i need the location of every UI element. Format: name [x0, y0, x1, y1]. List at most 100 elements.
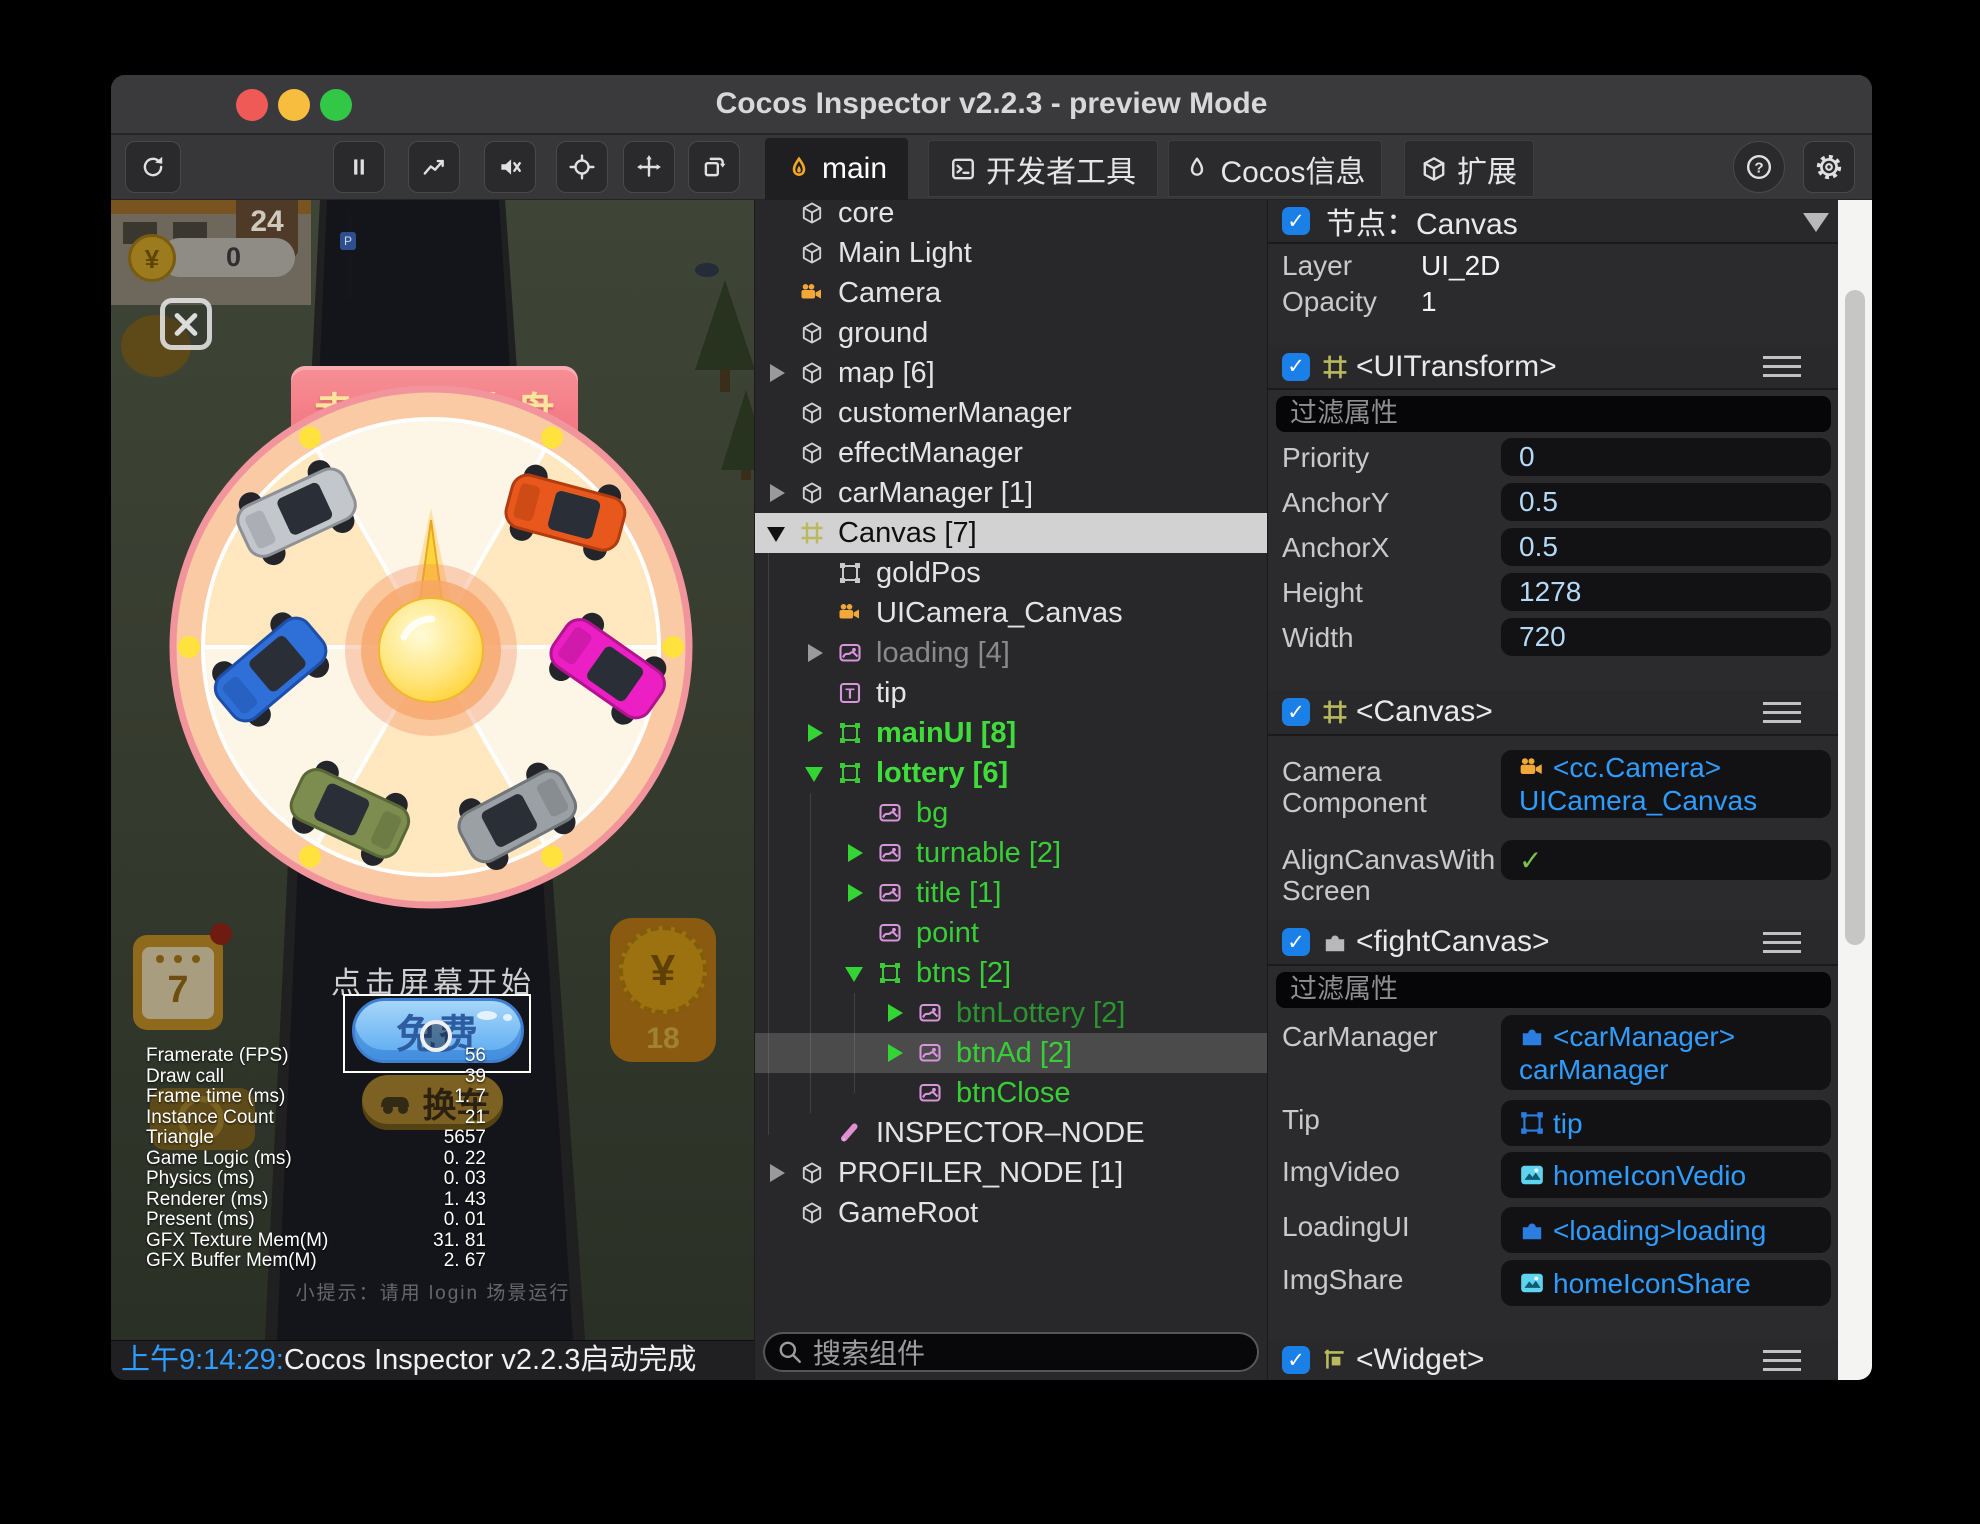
- reference-link[interactable]: <carManager>: [1553, 1020, 1735, 1053]
- tree-node-core[interactable]: core: [755, 200, 1267, 233]
- collapse-arrow-icon[interactable]: [1803, 213, 1829, 232]
- filter-input[interactable]: 过滤属性: [1276, 972, 1831, 1008]
- tree-node-btnLottery[interactable]: btnLottery [2]: [755, 993, 1267, 1033]
- fightcanvas-enabled-checkbox[interactable]: ✓: [1282, 928, 1310, 956]
- tree-node-title[interactable]: title [1]: [755, 873, 1267, 913]
- tree-node-carManager[interactable]: carManager [1]: [755, 473, 1267, 513]
- tree-node-btnAd[interactable]: btnAd [2]: [755, 1033, 1267, 1073]
- property-reference[interactable]: tip: [1501, 1100, 1831, 1146]
- chevron-right-icon[interactable]: [888, 1044, 903, 1062]
- tree-node-btns[interactable]: btns [2]: [755, 953, 1267, 993]
- chevron-right-icon[interactable]: [808, 644, 823, 662]
- tree-node-PROFILER_NODE[interactable]: PROFILER_NODE [1]: [755, 1153, 1267, 1193]
- chevron-right-icon[interactable]: [770, 364, 785, 382]
- chevron-right-icon[interactable]: [848, 844, 863, 862]
- reference-link[interactable]: tip: [1553, 1107, 1583, 1140]
- settings-button[interactable]: [1803, 141, 1855, 193]
- canvas-enabled-checkbox[interactable]: ✓: [1282, 698, 1310, 726]
- close-button[interactable]: [160, 298, 212, 350]
- node-enabled-checkbox[interactable]: ✓: [1282, 207, 1310, 235]
- property-input[interactable]: 0: [1501, 438, 1831, 476]
- tree-node-UICamera_Canvas[interactable]: UICamera_Canvas: [755, 593, 1267, 633]
- tree-node-point[interactable]: point: [755, 913, 1267, 953]
- property-input[interactable]: 0.5: [1501, 528, 1831, 566]
- chevron-right-icon[interactable]: [848, 884, 863, 902]
- widget-title: <Widget>: [1356, 1343, 1484, 1377]
- tree-node-goldPos[interactable]: goldPos: [755, 553, 1267, 593]
- property-checkbox[interactable]: ✓: [1501, 840, 1831, 880]
- tree-node-Main Light[interactable]: Main Light: [755, 233, 1267, 273]
- tree-node-lottery[interactable]: lottery [6]: [755, 753, 1267, 793]
- property-reference[interactable]: <loading>loading: [1501, 1207, 1831, 1253]
- scrollbar-thumb[interactable]: [1845, 290, 1865, 945]
- menu-icon[interactable]: [1763, 696, 1801, 729]
- tree-node-tip[interactable]: Ttip: [755, 673, 1267, 713]
- stats-button[interactable]: [408, 141, 460, 193]
- reference-link[interactable]: homeIconShare: [1553, 1267, 1751, 1300]
- property-reference[interactable]: <carManager>carManager: [1501, 1015, 1831, 1090]
- property-reference[interactable]: homeIconVedio: [1501, 1152, 1831, 1198]
- game-preview[interactable]: 24 P 0 ¥ 7: [111, 200, 755, 1380]
- tab-cocos-info[interactable]: Cocos信息: [1168, 140, 1382, 197]
- reference-link[interactable]: <loading>loading: [1553, 1214, 1766, 1247]
- gear-icon: [1816, 154, 1842, 180]
- fightcanvas-header[interactable]: ✓ <fightCanvas>: [1268, 920, 1839, 966]
- stat-label: Game Logic (ms): [146, 1149, 292, 1170]
- widget-enabled-checkbox[interactable]: ✓: [1282, 1346, 1310, 1374]
- lottery-wheel[interactable]: [166, 382, 696, 912]
- property-input[interactable]: 720: [1501, 618, 1831, 656]
- chevron-right-icon[interactable]: [770, 484, 785, 502]
- menu-icon[interactable]: [1763, 926, 1801, 959]
- chevron-right-icon[interactable]: [808, 724, 823, 742]
- tree-node-mainUI[interactable]: mainUI [8]: [755, 713, 1267, 753]
- tree-node-ground[interactable]: ground: [755, 313, 1267, 353]
- chevron-down-icon[interactable]: [805, 767, 823, 782]
- pause-button[interactable]: [333, 141, 385, 193]
- uitransform-enabled-checkbox[interactable]: ✓: [1282, 353, 1310, 381]
- reference-link[interactable]: homeIconVedio: [1553, 1159, 1746, 1192]
- tree-node-btnClose[interactable]: btnClose: [755, 1073, 1267, 1113]
- property-reference[interactable]: homeIconShare: [1501, 1260, 1831, 1306]
- reference-link[interactable]: <cc.Camera>: [1553, 751, 1721, 784]
- status-time: 上午9:14:29:: [121, 1344, 284, 1376]
- tree-node-Canvas[interactable]: Canvas [7]: [755, 513, 1267, 553]
- refresh-button[interactable]: [125, 141, 181, 193]
- tree-node-Camera[interactable]: Camera: [755, 273, 1267, 313]
- widget-header[interactable]: ✓ <Widget>: [1268, 1340, 1839, 1380]
- chevron-down-icon[interactable]: [845, 967, 863, 982]
- help-button[interactable]: ?: [1733, 141, 1785, 193]
- tree-node-effectManager[interactable]: effectManager: [755, 433, 1267, 473]
- tab-main[interactable]: main: [765, 138, 908, 200]
- uitransform-header[interactable]: ✓ <UITransform>: [1268, 345, 1839, 390]
- rotate-button[interactable]: [688, 141, 740, 193]
- property-reference[interactable]: <cc.Camera>UICamera_Canvas: [1501, 750, 1831, 818]
- tree-node-customerManager[interactable]: customerManager: [755, 393, 1267, 433]
- reference-link[interactable]: carManager: [1519, 1053, 1668, 1086]
- target-button[interactable]: [556, 141, 608, 193]
- window-title: Cocos Inspector v2.2.3 - preview Mode: [111, 75, 1872, 135]
- tree-node-turnable[interactable]: turnable [2]: [755, 833, 1267, 873]
- scrollbar-track[interactable]: [1838, 200, 1872, 1380]
- component-search-input[interactable]: 搜索组件: [763, 1332, 1259, 1372]
- tree-node-map[interactable]: map [6]: [755, 353, 1267, 393]
- stat-label: Renderer (ms): [146, 1190, 268, 1211]
- chevron-down-icon[interactable]: [767, 527, 785, 542]
- tab-extensions[interactable]: 扩展: [1404, 140, 1534, 197]
- canvas-header[interactable]: ✓ <Canvas>: [1268, 690, 1839, 736]
- tree-node-loading[interactable]: loading [4]: [755, 633, 1267, 673]
- menu-icon[interactable]: [1763, 350, 1801, 383]
- tree-node-bg[interactable]: bg: [755, 793, 1267, 833]
- tree-node-GameRoot[interactable]: GameRoot: [755, 1193, 1267, 1233]
- reference-link[interactable]: UICamera_Canvas: [1519, 784, 1757, 817]
- chevron-right-icon[interactable]: [888, 1004, 903, 1022]
- mute-button[interactable]: [484, 141, 536, 193]
- tab-devtools[interactable]: 开发者工具: [928, 140, 1158, 197]
- move-button[interactable]: [623, 141, 675, 193]
- menu-icon[interactable]: [1763, 1344, 1801, 1377]
- tree-node-INSPECTOR–NODE[interactable]: INSPECTOR–NODE: [755, 1113, 1267, 1153]
- filter-input[interactable]: 过滤属性: [1276, 396, 1831, 432]
- property-input[interactable]: 0.5: [1501, 483, 1831, 521]
- chevron-right-icon[interactable]: [770, 1164, 785, 1182]
- property-input[interactable]: 1278: [1501, 573, 1831, 611]
- pencil-icon: [838, 1121, 862, 1145]
